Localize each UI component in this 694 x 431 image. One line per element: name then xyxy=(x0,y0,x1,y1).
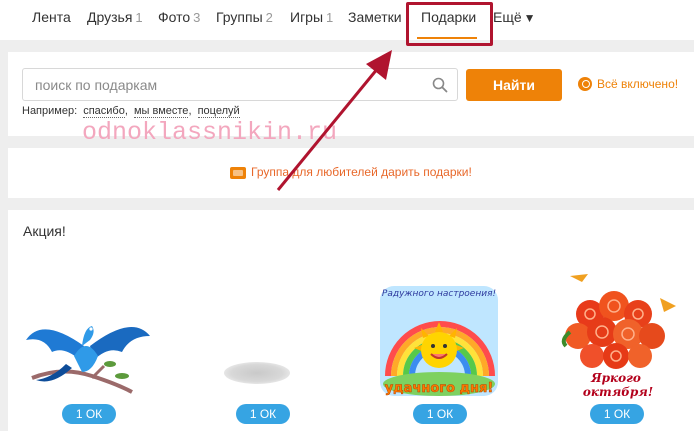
highlight-frame xyxy=(406,2,493,46)
promo-title: Акция! xyxy=(23,223,66,239)
gift-caption-top: Яркого xyxy=(590,371,641,385)
gift-price[interactable]: 1 ОК xyxy=(413,404,467,424)
nav-label: Друзья xyxy=(87,9,133,25)
group-banner: Группа для любителей дарить подарки! xyxy=(8,148,694,198)
example-link[interactable]: спасибо xyxy=(83,105,125,118)
find-button[interactable]: Найти xyxy=(466,69,562,101)
gift-price[interactable]: 1 ОК xyxy=(236,404,290,424)
gift-placeholder[interactable] xyxy=(224,362,290,384)
nav-label: Группы xyxy=(216,9,263,25)
nav-label: Лента xyxy=(32,9,71,25)
all-included-link[interactable]: Всё включено! xyxy=(578,77,678,91)
gift-sun-rainbow[interactable]: Радужного настроения! удачного дня! xyxy=(376,276,502,402)
group-link[interactable]: Группа для любителей дарить подарки! xyxy=(251,165,472,179)
chevron-down-icon: ▼ xyxy=(523,11,536,25)
nav-item-games[interactable]: Игры 1 xyxy=(290,9,333,25)
nav-item-groups[interactable]: Группы 2 xyxy=(216,9,273,25)
promo-section: Акция! 1 ОК 1 ОК Радужного настроения! у… xyxy=(8,210,694,431)
nav-count: 1 xyxy=(135,10,143,25)
nav-item-photos[interactable]: Фото 3 xyxy=(158,9,200,25)
all-included-icon xyxy=(578,77,592,91)
gift-caption-bottom: удачного дня! xyxy=(385,381,494,396)
examples-prefix: Например: xyxy=(22,105,78,117)
nav-item-feed[interactable]: Лента xyxy=(32,9,71,25)
nav-label: Игры xyxy=(290,9,324,25)
gift-price[interactable]: 1 ОК xyxy=(62,404,116,424)
search-examples: Например: спасибо, мы вместе, поцелуй xyxy=(22,105,240,118)
search-icon[interactable] xyxy=(432,77,448,93)
gift-price[interactable]: 1 ОК xyxy=(590,404,644,424)
all-included-label: Всё включено! xyxy=(597,77,679,91)
gift-roses[interactable]: Яркого октября! xyxy=(552,270,680,400)
gift-blue-bird[interactable] xyxy=(22,306,152,398)
nav-label: Заметки xyxy=(348,9,402,25)
nav-item-notes[interactable]: Заметки xyxy=(348,9,402,25)
gift-caption-bottom: октября! xyxy=(583,385,653,399)
group-icon xyxy=(230,167,246,179)
nav-label: Фото xyxy=(158,9,191,25)
example-link[interactable]: поцелуй xyxy=(197,105,240,118)
watermark: odnoklassnikin.ru xyxy=(82,118,338,147)
nav-count: 3 xyxy=(193,10,201,25)
nav-item-more[interactable]: Ещё ▼ xyxy=(493,9,536,25)
nav-count: 1 xyxy=(326,10,334,25)
nav-item-friends[interactable]: Друзья 1 xyxy=(87,9,143,25)
nav-label: Ещё xyxy=(493,9,522,25)
gift-caption-top: Радужного настроения! xyxy=(382,289,496,299)
search-input[interactable] xyxy=(35,76,415,94)
top-nav: Лента Друзья 1 Фото 3 Группы 2 Игры 1 Заметк… xyxy=(0,0,694,46)
example-link[interactable]: мы вместе xyxy=(133,105,189,118)
search-box xyxy=(22,68,458,101)
nav-count: 2 xyxy=(265,10,273,25)
